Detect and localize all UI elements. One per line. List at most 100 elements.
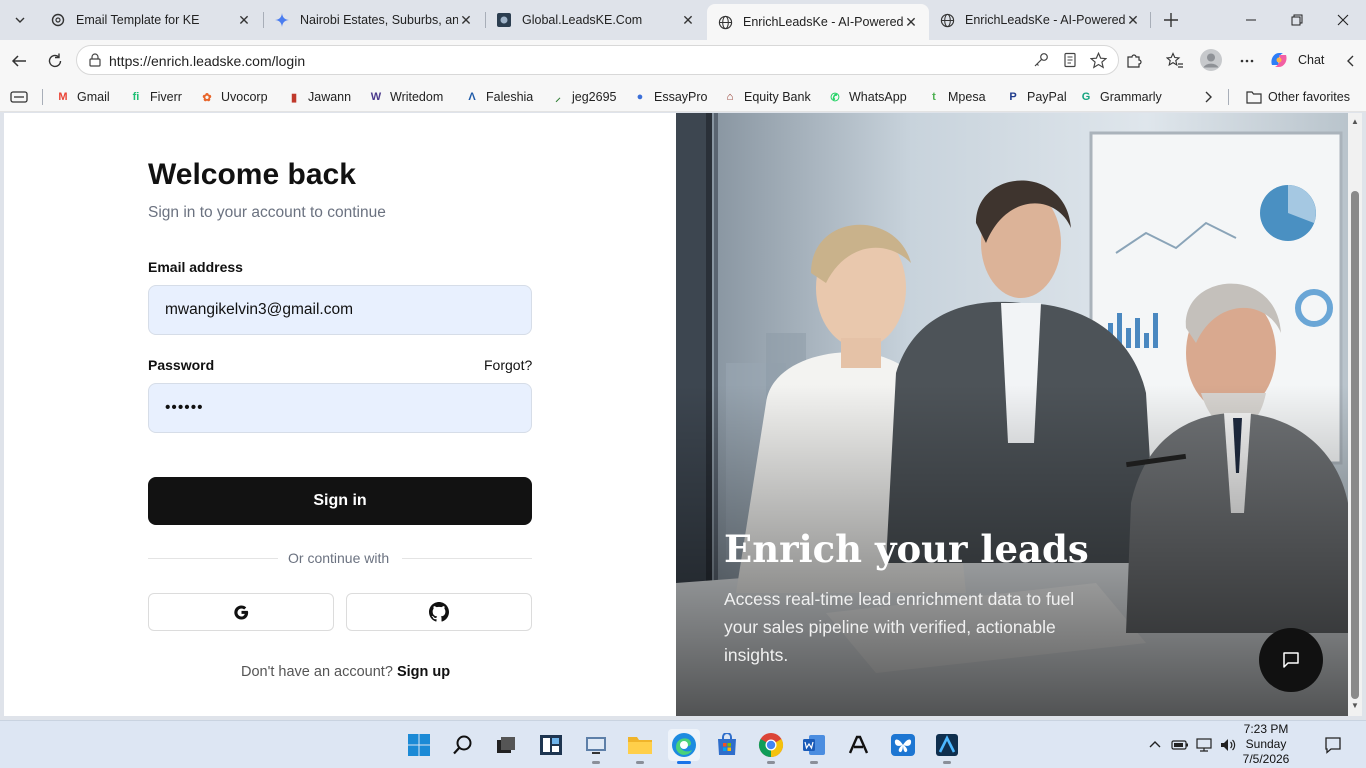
close-tab-icon[interactable]: ✕ bbox=[236, 12, 252, 28]
running-indicator bbox=[636, 761, 644, 764]
page-subtitle: Sign in to your account to continue bbox=[148, 204, 386, 221]
sign-in-button[interactable]: Sign in bbox=[148, 477, 532, 525]
bookmark-item[interactable]: ⌂ Equity Bank bbox=[722, 88, 811, 106]
password-field[interactable]: •••••• bbox=[148, 383, 532, 433]
windows-logo-icon bbox=[408, 734, 430, 756]
taskbar-app-arc[interactable] bbox=[843, 729, 875, 761]
password-label: Password bbox=[148, 357, 215, 373]
notifications-button[interactable] bbox=[1322, 735, 1344, 755]
globe-icon bbox=[717, 14, 733, 30]
scrollbar-thumb[interactable] bbox=[1351, 191, 1359, 699]
extensions-button[interactable] bbox=[1123, 50, 1145, 72]
new-tab-button[interactable] bbox=[1158, 8, 1184, 32]
bookmark-item[interactable]: P PayPal bbox=[1005, 88, 1066, 106]
bookmark-item[interactable]: fi Fiverr bbox=[128, 88, 182, 106]
address-bar[interactable]: https://enrich.leadske.com/login bbox=[76, 45, 1119, 75]
other-favorites-label: Other favorites bbox=[1268, 90, 1350, 104]
scroll-down-icon[interactable]: ▼ bbox=[1350, 701, 1360, 711]
key-icon[interactable] bbox=[1032, 51, 1050, 69]
start-button[interactable] bbox=[403, 729, 435, 761]
taskbar-app-explorer[interactable] bbox=[624, 729, 656, 764]
tab-actions-menu[interactable] bbox=[6, 7, 34, 33]
refresh-button[interactable] bbox=[42, 48, 68, 74]
more-horizontal-icon bbox=[1240, 59, 1254, 63]
restore-button[interactable] bbox=[1274, 0, 1320, 40]
bookmark-favicon-icon: fi bbox=[132, 91, 140, 103]
tab-actions-icon[interactable] bbox=[10, 88, 28, 106]
widgets-button[interactable] bbox=[535, 729, 567, 761]
github-login-button[interactable] bbox=[346, 593, 532, 631]
close-tab-icon[interactable]: ✕ bbox=[680, 12, 696, 28]
email-field[interactable]: mwangikelvin3@gmail.com bbox=[148, 285, 532, 335]
avatar-icon bbox=[1200, 49, 1222, 71]
bookmark-item[interactable]: ⸝ jeg2695 bbox=[550, 88, 616, 106]
bookmark-item[interactable]: ● EssayPro bbox=[632, 88, 708, 106]
browser-tab[interactable]: Nairobi Estates, Suburbs, and S ✕ bbox=[264, 4, 484, 36]
sidebar-toggle-button[interactable] bbox=[1340, 50, 1362, 72]
network-indicator[interactable] bbox=[1194, 735, 1214, 755]
browser-tab[interactable]: EnrichLeadsKe - AI-Powered Le ✕ bbox=[929, 4, 1151, 36]
reading-view-icon[interactable] bbox=[1061, 51, 1079, 69]
close-tab-icon[interactable]: ✕ bbox=[903, 14, 919, 30]
close-window-button[interactable] bbox=[1320, 0, 1366, 40]
settings-menu-button[interactable] bbox=[1236, 50, 1258, 72]
taskbar-app-word[interactable] bbox=[798, 729, 830, 764]
scroll-up-icon[interactable]: ▲ bbox=[1350, 117, 1360, 127]
forgot-password-link[interactable]: Forgot? bbox=[484, 357, 532, 373]
volume-indicator[interactable] bbox=[1218, 735, 1238, 755]
bookmark-item[interactable]: ✿ Uvocorp bbox=[199, 88, 267, 106]
minimize-button[interactable] bbox=[1228, 0, 1274, 40]
tab-title: EnrichLeadsKe - AI-Powered Le bbox=[743, 15, 903, 29]
profile-avatar[interactable] bbox=[1199, 48, 1223, 72]
other-favorites-folder[interactable]: Other favorites bbox=[1246, 88, 1350, 106]
bookmark-item[interactable]: G Grammarly bbox=[1078, 88, 1162, 106]
bookmark-favicon-icon: ⸝ bbox=[555, 91, 561, 104]
task-view-button[interactable] bbox=[490, 729, 522, 761]
sign-up-link[interactable]: Sign up bbox=[397, 664, 450, 680]
bookmark-favicon-icon: t bbox=[932, 91, 936, 103]
site-info-icon[interactable] bbox=[87, 52, 103, 68]
bookmark-item[interactable]: t Mpesa bbox=[926, 88, 986, 106]
browser-tab[interactable]: Global.LeadsKE.Com ✕ bbox=[486, 4, 706, 36]
taskbar-app-faleshia[interactable] bbox=[931, 729, 963, 764]
bookmark-item[interactable]: Λ Faleshia bbox=[464, 88, 533, 106]
taskbar-app-edge[interactable] bbox=[668, 729, 700, 764]
chevron-down-icon bbox=[15, 17, 25, 23]
taskbar-app-butterfly[interactable] bbox=[887, 729, 919, 761]
page-scrollbar[interactable]: ▲ ▼ bbox=[1348, 113, 1362, 716]
taskbar-app-remote[interactable] bbox=[580, 729, 612, 764]
tab-title: Nairobi Estates, Suburbs, and S bbox=[300, 13, 458, 27]
favorite-star-icon[interactable] bbox=[1089, 51, 1107, 69]
show-hidden-icons-button[interactable] bbox=[1146, 735, 1164, 755]
google-login-button[interactable] bbox=[148, 593, 334, 631]
bookmark-item[interactable]: ▮ Jawann bbox=[286, 88, 351, 106]
close-tab-icon[interactable]: ✕ bbox=[458, 12, 474, 28]
speaker-icon bbox=[1221, 739, 1236, 751]
taskbar-app-store[interactable] bbox=[711, 729, 743, 761]
close-tab-icon[interactable]: ✕ bbox=[1125, 12, 1141, 28]
bookmark-item[interactable]: M Gmail bbox=[55, 88, 109, 106]
copilot-chat-button[interactable]: Chat bbox=[1268, 46, 1338, 74]
bookmark-item[interactable]: W Writedom bbox=[368, 88, 443, 106]
search-icon bbox=[453, 735, 472, 755]
search-button[interactable] bbox=[447, 729, 479, 761]
minimize-icon bbox=[1246, 19, 1256, 21]
favorites-button[interactable] bbox=[1164, 50, 1186, 72]
chat-widget-button[interactable] bbox=[1259, 628, 1323, 692]
bookmark-separator bbox=[1228, 89, 1229, 105]
taskbar-app-chrome[interactable] bbox=[755, 729, 787, 764]
bookmark-item[interactable]: ✆ WhatsApp bbox=[827, 88, 907, 106]
no-account-text: Don't have an account? bbox=[241, 664, 393, 680]
bookmark-label: WhatsApp bbox=[849, 90, 907, 104]
store-icon bbox=[718, 733, 736, 755]
browser-tab[interactable]: Email Template for KE ✕ bbox=[40, 4, 262, 36]
signup-prompt: Don't have an account? Sign up bbox=[241, 664, 450, 680]
battery-indicator[interactable] bbox=[1170, 735, 1190, 755]
back-button[interactable] bbox=[6, 48, 32, 74]
system-clock[interactable]: 7:23 PM Sunday 7/5/2026 bbox=[1238, 722, 1294, 767]
browser-tab-active[interactable]: EnrichLeadsKe - AI-Powered Le ✕ bbox=[707, 4, 929, 40]
bookmark-label: Mpesa bbox=[948, 90, 986, 104]
bookmark-favicon-icon: ▮ bbox=[290, 91, 298, 104]
more-favorites-button[interactable] bbox=[1202, 88, 1214, 106]
copilot-icon bbox=[1271, 53, 1287, 67]
